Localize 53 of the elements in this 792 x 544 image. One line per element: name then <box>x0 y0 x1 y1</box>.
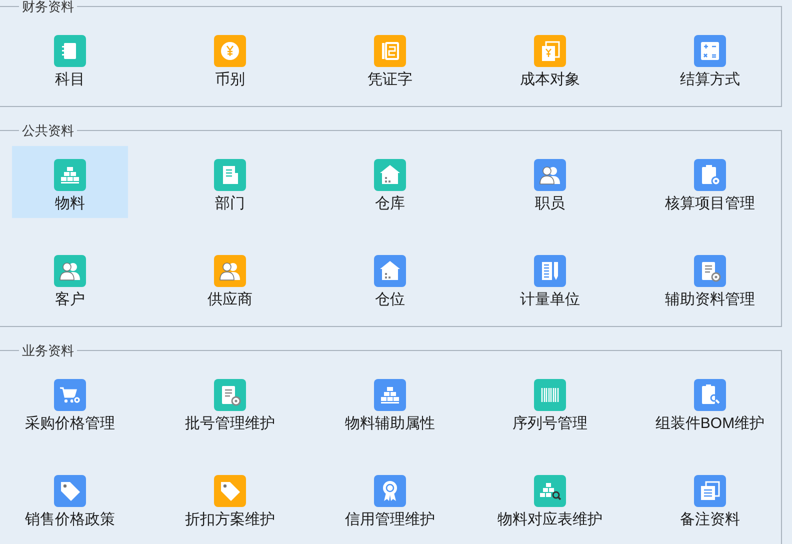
shortcut-tile[interactable]: 币别 <box>172 22 288 94</box>
tile-label: 销售价格政策 <box>25 511 115 529</box>
tile-label: 仓位 <box>375 291 405 309</box>
shortcut-tile[interactable]: 采购价格管理 <box>12 366 128 438</box>
section-title: 公共资料 <box>21 124 75 137</box>
shortcut-tile[interactable]: 销售价格政策 <box>12 462 128 534</box>
tile-label: 组装件BOM维护 <box>655 415 765 433</box>
tile-label: 部门 <box>215 195 245 213</box>
tile-label: 仓库 <box>375 195 405 213</box>
shortcut-tile[interactable]: 仓库 <box>332 146 448 218</box>
tile-label: 成本对象 <box>520 71 580 89</box>
shortcut-tile[interactable]: 备注资料 <box>652 462 768 534</box>
shortcut-tile[interactable]: 部门 <box>172 146 288 218</box>
shortcut-tile[interactable]: 科目 <box>12 22 128 94</box>
shortcut-tile[interactable]: 物料辅助属性 <box>332 366 448 438</box>
shortcut-tile[interactable]: 批号管理维护 <box>172 366 288 438</box>
tile-label: 物料辅助属性 <box>345 415 435 433</box>
shortcut-tile[interactable]: 供应商 <box>172 242 288 314</box>
tile-label: 信用管理维护 <box>345 511 435 529</box>
shortcut-tile[interactable]: 客户 <box>12 242 128 314</box>
tile-label: 客户 <box>55 291 85 309</box>
shortcut-tile[interactable]: 辅助资料管理 <box>652 242 768 314</box>
shortcut-tile[interactable]: 折扣方案维护 <box>172 462 288 534</box>
shortcut-tile[interactable]: 仓位 <box>332 242 448 314</box>
shortcut-tile[interactable]: 组装件BOM维护 <box>652 366 768 438</box>
tile-label: 凭证字 <box>368 71 412 89</box>
shortcut-tile[interactable]: 序列号管理 <box>492 366 608 438</box>
tile-label: 采购价格管理 <box>25 415 115 433</box>
shortcut-tile[interactable]: 成本对象 <box>492 22 608 94</box>
tile-label: 结算方式 <box>680 71 740 89</box>
tile-label: 职员 <box>535 195 565 213</box>
tile-label: 批号管理维护 <box>185 415 275 433</box>
tile-label: 供应商 <box>208 291 252 309</box>
tile-label: 核算项目管理 <box>665 195 755 213</box>
tile-label: 币别 <box>215 71 245 89</box>
section-title: 财务资料 <box>21 0 75 13</box>
shortcut-tile[interactable]: 物料对应表维护 <box>492 462 608 534</box>
shortcut-tile[interactable]: 结算方式 <box>652 22 768 94</box>
shortcut-tile[interactable]: 凭证字 <box>332 22 448 94</box>
tile-label: 物料 <box>55 195 85 213</box>
shortcut-tile[interactable]: 物料 <box>12 146 128 218</box>
tile-label: 折扣方案维护 <box>185 511 275 529</box>
shortcut-tile[interactable]: 计量单位 <box>492 242 608 314</box>
section-title: 业务资料 <box>21 344 75 357</box>
tile-label: 科目 <box>55 71 85 89</box>
shortcut-tile[interactable]: 核算项目管理 <box>652 146 768 218</box>
shortcut-tile[interactable]: 职员 <box>492 146 608 218</box>
tile-label: 物料对应表维护 <box>498 511 602 529</box>
tile-label: 序列号管理 <box>512 415 588 433</box>
tile-label: 备注资料 <box>680 511 740 529</box>
tile-label: 计量单位 <box>520 291 580 309</box>
tile-label: 辅助资料管理 <box>665 291 755 309</box>
shortcut-tile[interactable]: 信用管理维护 <box>332 462 448 534</box>
